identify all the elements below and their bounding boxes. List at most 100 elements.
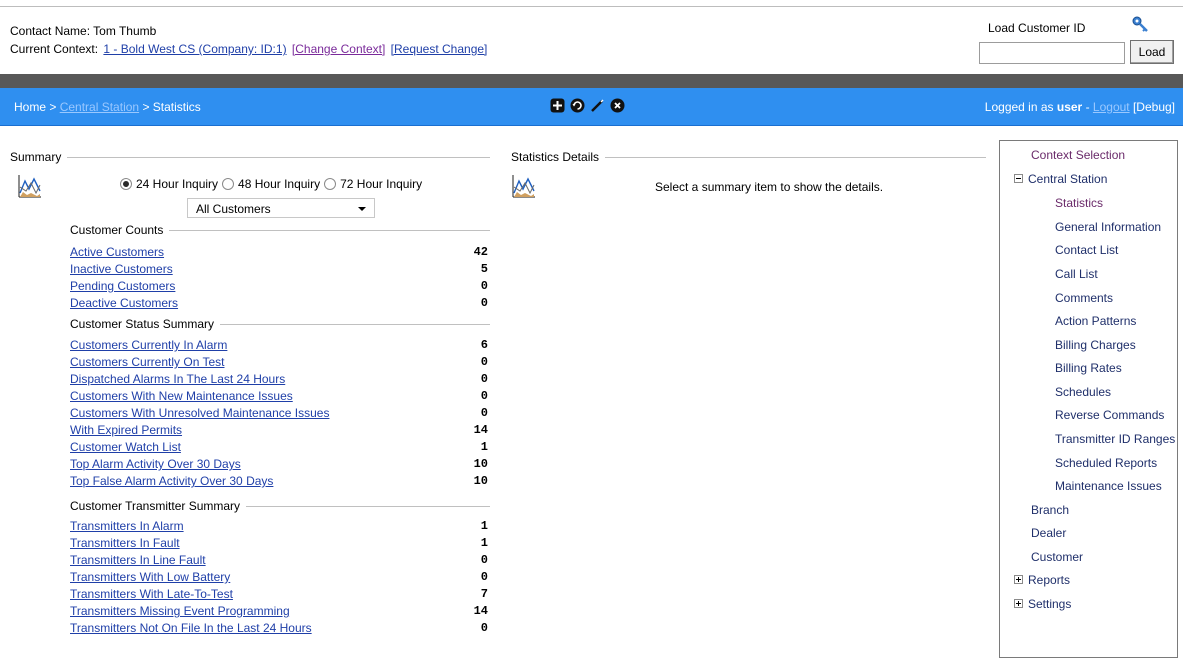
nav-item-transmitter-id-ranges[interactable]: Transmitter ID Ranges [1055,432,1175,446]
stat-link[interactable]: Top False Alarm Activity Over 30 Days [70,474,273,488]
radio-button-72-hour[interactable] [324,178,337,190]
summary-title: Summary [10,150,62,164]
nav-context-selection[interactable]: Context Selection [1031,148,1125,162]
collapse-icon[interactable] [1014,174,1023,184]
change-context-link[interactable]: [Change Context] [292,42,385,56]
radio-48-hour[interactable]: 48 Hour Inquiry [222,177,320,191]
load-customer-label: Load Customer ID [988,21,1086,35]
radio-label-48-hour: 48 Hour Inquiry [238,177,321,191]
username: user [1056,100,1083,114]
expand-icon[interactable] [1014,575,1023,585]
stat-link[interactable]: Customer Watch List [70,440,181,454]
context-link[interactable]: 1 - Bold West CS (Company: ID:1) [103,42,286,56]
stat-value: 1 [480,440,488,454]
stat-link[interactable]: Deactive Customers [70,296,178,310]
debug-link[interactable]: [Debug] [1133,100,1175,114]
stat-link[interactable]: Transmitters Missing Event Programming [70,604,290,618]
load-button[interactable]: Load [1130,40,1174,64]
breadcrumb-home[interactable]: Home > [14,100,56,114]
stat-row: Customers Currently On Test 0 [70,355,488,371]
stat-link[interactable]: Inactive Customers [70,262,173,276]
nav-item-scheduled-reports[interactable]: Scheduled Reports [1055,456,1157,470]
nav-settings[interactable]: Settings [1014,597,1071,611]
radio-button-48-hour[interactable] [222,178,235,190]
nav-item-call-list[interactable]: Call List [1055,267,1098,281]
expand-icon[interactable] [1014,599,1023,609]
nav-item-contact-list[interactable]: Contact List [1055,243,1118,257]
stat-row: Customer Watch List 1 [70,440,488,456]
stat-value: 6 [480,338,488,352]
stat-link[interactable]: Transmitters Not On File In the Last 24 … [70,621,312,635]
nav-item-billing-charges[interactable]: Billing Charges [1055,338,1136,352]
stat-link[interactable]: Customers With New Maintenance Issues [70,389,293,403]
load-customer-input[interactable] [979,42,1125,64]
stat-link[interactable]: Customers Currently In Alarm [70,338,227,352]
stat-value: 14 [473,604,488,618]
stat-row: Inactive Customers 5 [70,262,488,278]
nav-item-billing-rates[interactable]: Billing Rates [1055,361,1122,375]
radio-24-hour[interactable]: 24 Hour Inquiry [120,177,218,191]
details-title: Statistics Details [511,150,600,164]
refresh-icon[interactable] [570,98,585,113]
nav-item-statistics[interactable]: Statistics [1055,196,1103,210]
stat-row: Active Customers 42 [70,245,488,261]
nav-item-comments[interactable]: Comments [1055,291,1113,305]
nav-item-maintenance-issues[interactable]: Maintenance Issues [1055,479,1162,493]
nav-settings-label: Settings [1028,597,1072,611]
contact-name: Contact Name: Tom Thumb [10,24,157,38]
customer-counts-header: Customer Counts [70,223,490,237]
stat-value: 14 [473,423,488,437]
radio-72-hour[interactable]: 72 Hour Inquiry [324,177,422,191]
nav-item-general-information[interactable]: General Information [1055,220,1161,234]
logged-in-label: Logged in as [984,100,1054,114]
stat-value: 5 [480,262,488,276]
key-icon [1130,15,1152,35]
customer-filter-select[interactable]: All Customers [187,198,375,218]
nav-branch[interactable]: Branch [1031,503,1069,517]
details-message: Select a summary item to show the detail… [655,180,884,194]
customer-status-summary-header: Customer Status Summary [70,317,490,331]
stat-row: Transmitters Not On File In the Last 24 … [70,621,488,637]
toolbar [550,98,625,113]
stat-row: Pending Customers 0 [70,279,488,295]
nav-item-schedules[interactable]: Schedules [1055,385,1111,399]
stat-link[interactable]: Customers With Unresolved Maintenance Is… [70,406,329,420]
stat-link[interactable]: Transmitters In Alarm [70,519,184,533]
nav-customer[interactable]: Customer [1031,550,1083,564]
stat-row: Customers With Unresolved Maintenance Is… [70,406,488,422]
stat-link[interactable]: Pending Customers [70,279,175,293]
nav-central-station[interactable]: Central Station [1014,172,1107,186]
stat-link[interactable]: Dispatched Alarms In The Last 24 Hours [70,372,285,386]
stat-link[interactable]: Transmitters In Line Fault [70,553,206,567]
stat-link[interactable]: Active Customers [70,245,164,259]
stat-row: Dispatched Alarms In The Last 24 Hours 0 [70,372,488,388]
group-title: Customer Transmitter Summary [70,499,241,513]
stat-value: 42 [473,245,488,259]
nav-item-reverse-commands[interactable]: Reverse Commands [1055,408,1164,422]
customer-filter-value: All Customers [196,202,271,216]
breadcrumb-central-station[interactable]: Central Station [60,100,139,114]
stat-value: 1 [480,536,488,550]
logout-link[interactable]: Logout [1093,100,1130,114]
add-icon[interactable] [550,98,565,113]
stat-link[interactable]: Transmitters With Low Battery [70,570,230,584]
stat-link[interactable]: Top Alarm Activity Over 30 Days [70,457,241,471]
stat-link[interactable]: Customers Currently On Test [70,355,225,369]
stat-row: Transmitters In Fault 1 [70,536,488,552]
close-icon[interactable] [610,98,625,113]
stat-row: Transmitters In Alarm 1 [70,519,488,535]
nav-item-action-patterns[interactable]: Action Patterns [1055,314,1136,328]
nav-reports[interactable]: Reports [1014,573,1070,587]
stat-row: Top Alarm Activity Over 30 Days 10 [70,457,488,473]
nav-central-station-label: Central Station [1028,172,1108,186]
nav-dealer[interactable]: Dealer [1031,526,1066,540]
stat-link[interactable]: With Expired Permits [70,423,182,437]
stat-value: 0 [480,389,488,403]
current-context: Current Context: 1 - Bold West CS (Compa… [10,42,487,56]
stat-row: Transmitters With Low Battery 0 [70,570,488,586]
stat-link[interactable]: Transmitters With Late-To-Test [70,587,233,601]
stat-link[interactable]: Transmitters In Fault [70,536,180,550]
edit-icon[interactable] [590,98,605,113]
request-change-link[interactable]: [Request Change] [391,42,488,56]
radio-button-24-hour[interactable] [120,178,132,190]
